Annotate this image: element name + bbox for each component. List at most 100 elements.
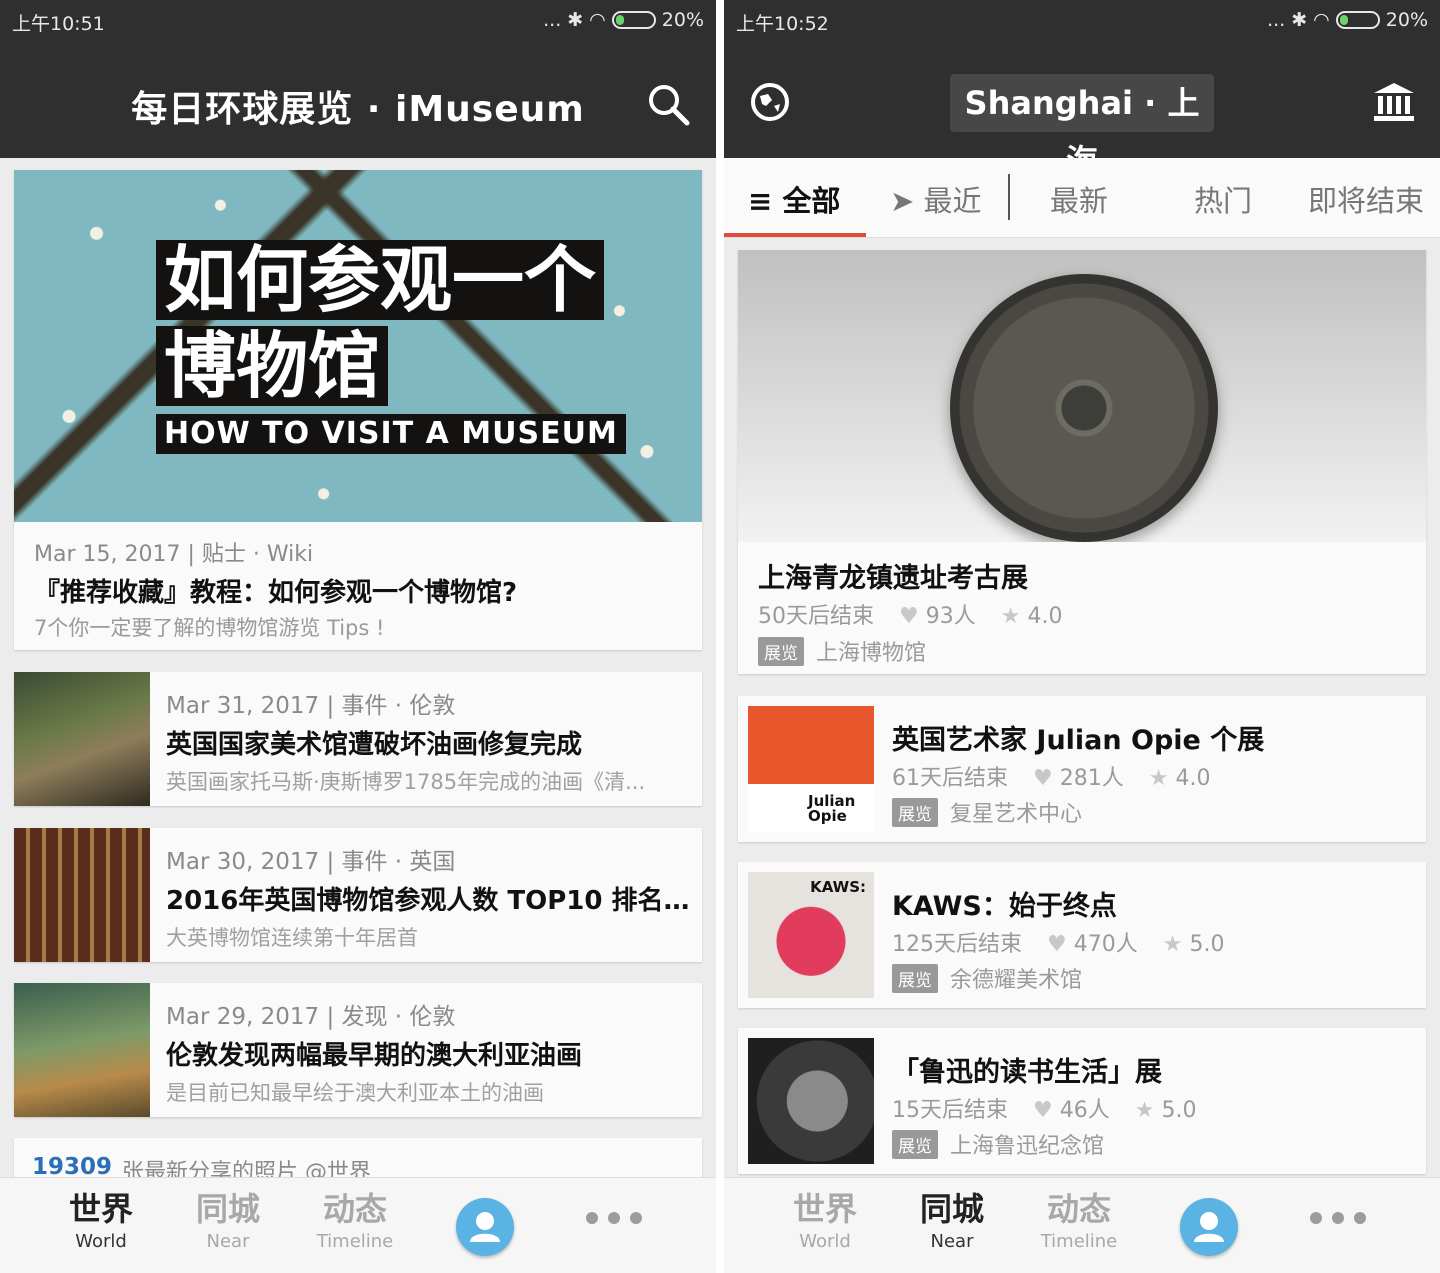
photo-share-card[interactable]: 19309 张最新分享的照片 @世界 bbox=[14, 1138, 702, 1177]
status-icons: ... ✱ ◠ 20% bbox=[1267, 9, 1428, 31]
exhibition-title: 英国艺术家 Julian Opie 个展 bbox=[892, 725, 1265, 756]
exhibition-stats: 15天后结束 ♥ 46人 ★ 5.0 bbox=[892, 1092, 1196, 1124]
nav-near-sublabel: Near bbox=[206, 1231, 250, 1253]
battery-icon bbox=[1335, 11, 1380, 29]
status-time: 上午10:51 bbox=[12, 13, 105, 35]
nav-near[interactable]: 同城 Near bbox=[897, 1190, 1007, 1252]
exhibition-card[interactable]: Julian Opie 英国艺术家 Julian Opie 个展 61天后结束 … bbox=[738, 696, 1426, 842]
exhibition-title: KAWS：始于终点 bbox=[892, 891, 1117, 922]
news-card[interactable]: Mar 29, 2017 | 发现 · 伦敦 伦敦发现两幅最早期的澳大利亚油画 … bbox=[14, 983, 702, 1117]
exhibition-tag: 展览 bbox=[892, 963, 938, 993]
article-feed[interactable]: 如何参观一个 博物馆 HOW TO VISIT A MUSEUM Mar 15,… bbox=[0, 158, 716, 1177]
bronze-mirror-image bbox=[950, 274, 1218, 542]
status-time: 上午10:52 bbox=[736, 13, 829, 35]
active-tab-indicator bbox=[724, 233, 866, 237]
more-icon[interactable] bbox=[1310, 1208, 1366, 1228]
museum-icon[interactable] bbox=[1372, 80, 1416, 124]
exhibition-stats: 50天后结束 ♥ 93人 ★ 4.0 bbox=[758, 598, 1062, 630]
user-avatar-icon[interactable] bbox=[456, 1198, 514, 1256]
nav-world-sublabel: World bbox=[799, 1231, 851, 1253]
hero-headline-english: HOW TO VISIT A MUSEUM bbox=[156, 414, 626, 454]
nav-timeline-label: 动态 bbox=[1046, 1190, 1111, 1228]
more-dots-status: ... bbox=[1267, 9, 1286, 31]
user-avatar-icon[interactable] bbox=[1180, 1198, 1238, 1256]
nav-world[interactable]: 世界 World bbox=[46, 1190, 156, 1252]
exhibition-rating: 5.0 bbox=[1189, 932, 1225, 957]
news-card[interactable]: Mar 31, 2017 | 事件 · 伦敦 英国国家美术馆遭破坏油画修复完成 … bbox=[14, 672, 702, 806]
photo-share-text: 张最新分享的照片 @世界 bbox=[122, 1160, 371, 1177]
news-meta: Mar 31, 2017 | 事件 · 伦敦 bbox=[166, 693, 456, 719]
exhibition-stats: 61天后结束 ♥ 281人 ★ 4.0 bbox=[892, 760, 1210, 792]
exhibition-card[interactable]: 「鲁迅的读书生活」展 15天后结束 ♥ 46人 ★ 5.0 展览 上海鲁迅纪念馆 bbox=[738, 1028, 1426, 1174]
exhibition-thumbnail: Julian Opie bbox=[748, 706, 874, 832]
heart-icon: ♥ bbox=[899, 604, 919, 629]
nav-timeline[interactable]: 动态 Timeline bbox=[300, 1190, 410, 1253]
tab-ending-soon[interactable]: 即将结束 bbox=[1308, 178, 1424, 220]
article-meta: Mar 15, 2017 | 贴士 · Wiki bbox=[34, 542, 314, 567]
exhibition-thumbnail bbox=[748, 1038, 874, 1164]
heart-icon: ♥ bbox=[1047, 932, 1067, 957]
near-screen: 上午10:52 ... ✱ ◠ 20% Shanghai · 上海 ≡ 全部 ➤… bbox=[724, 0, 1440, 1273]
app-header: 每日环球展览 · iMuseum bbox=[0, 44, 716, 158]
exhibition-tag: 展览 bbox=[892, 1129, 938, 1159]
news-title: 英国国家美术馆遭破坏油画修复完成 bbox=[166, 730, 583, 760]
exhibition-venue[interactable]: 复星艺术中心 bbox=[950, 796, 1082, 828]
tab-all[interactable]: ≡ 全部 bbox=[748, 178, 840, 220]
nav-near-label: 同城 bbox=[919, 1190, 984, 1228]
exhibition-venue[interactable]: 余德耀美术馆 bbox=[950, 962, 1082, 994]
exhibition-rating: 5.0 bbox=[1161, 1098, 1197, 1123]
news-thumbnail bbox=[14, 672, 150, 806]
hero-headline-line1: 如何参观一个 bbox=[156, 240, 605, 320]
nav-world-label: 世界 bbox=[792, 1190, 857, 1228]
status-icons: ... ✱ ◠ 20% bbox=[543, 9, 704, 31]
nav-world-label: 世界 bbox=[68, 1190, 133, 1228]
app-header: Shanghai · 上海 bbox=[724, 44, 1440, 180]
news-card[interactable]: Mar 30, 2017 | 事件 · 英国 2016年英国博物馆参观人数 TO… bbox=[14, 828, 702, 962]
bluetooth-icon: ✱ bbox=[1291, 9, 1308, 31]
exhibition-stats: 125天后结束 ♥ 470人 ★ 5.0 bbox=[892, 926, 1224, 958]
exhibition-title: 上海青龙镇遗址考古展 bbox=[758, 563, 1028, 594]
globe-icon[interactable] bbox=[750, 82, 790, 122]
tab-popular[interactable]: 热门 bbox=[1194, 178, 1252, 220]
tab-nearby[interactable]: ➤ 最近 bbox=[890, 178, 982, 220]
heart-icon: ♥ bbox=[1033, 766, 1053, 791]
world-screen: 上午10:51 ... ✱ ◠ 20% 每日环球展览 · iMuseum 如何参… bbox=[0, 0, 716, 1273]
nav-timeline-label: 动态 bbox=[322, 1190, 387, 1228]
exhibition-ends: 50天后结束 bbox=[758, 604, 874, 629]
exhibition-venue[interactable]: 上海鲁迅纪念馆 bbox=[950, 1128, 1104, 1160]
exhibition-venue[interactable]: 上海博物馆 bbox=[816, 635, 926, 667]
user-icon bbox=[1194, 1212, 1224, 1242]
battery-percent: 20% bbox=[1385, 9, 1428, 31]
nav-timeline[interactable]: 动态 Timeline bbox=[1024, 1190, 1134, 1253]
city-selector-button[interactable]: Shanghai · 上海 bbox=[950, 74, 1214, 180]
news-title: 2016年英国博物馆参观人数 TOP10 排名... bbox=[166, 886, 690, 916]
nav-timeline-sublabel: Timeline bbox=[316, 1231, 394, 1253]
exhibition-venue-row: 展览 上海博物馆 bbox=[758, 635, 926, 667]
article-title: 『推荐收藏』教程：如何参观一个博物馆? bbox=[34, 578, 518, 608]
user-icon bbox=[470, 1212, 500, 1242]
more-icon[interactable] bbox=[586, 1208, 642, 1228]
exhibition-card[interactable]: KAWS: KAWS：始于终点 125天后结束 ♥ 470人 ★ 5.0 展览 … bbox=[738, 862, 1426, 1008]
featured-exhibition-card[interactable]: 上海青龙镇遗址考古展 50天后结束 ♥ 93人 ★ 4.0 展览 上海博物馆 bbox=[738, 250, 1426, 674]
nav-timeline-sublabel: Timeline bbox=[1040, 1231, 1118, 1253]
exhibition-list[interactable]: 上海青龙镇遗址考古展 50天后结束 ♥ 93人 ★ 4.0 展览 上海博物馆 J… bbox=[724, 238, 1440, 1177]
featured-article-card[interactable]: 如何参观一个 博物馆 HOW TO VISIT A MUSEUM Mar 15,… bbox=[14, 170, 702, 650]
exhibition-likes: 281人 bbox=[1059, 766, 1124, 791]
exhibition-tag: 展览 bbox=[892, 797, 938, 827]
star-icon: ★ bbox=[1134, 1098, 1155, 1123]
nav-near-label: 同城 bbox=[195, 1190, 260, 1228]
exhibition-rating: 4.0 bbox=[1027, 604, 1063, 629]
nav-near[interactable]: 同城 Near bbox=[173, 1190, 283, 1253]
exhibition-thumbnail: KAWS: bbox=[748, 872, 874, 998]
tab-newest[interactable]: 最新 bbox=[1050, 178, 1108, 220]
search-icon[interactable] bbox=[646, 82, 690, 126]
hero-headline-line2: 博物馆 bbox=[156, 326, 389, 406]
nav-world[interactable]: 世界 World bbox=[770, 1190, 880, 1253]
more-dots-status: ... bbox=[543, 9, 562, 31]
wifi-icon: ◠ bbox=[1313, 9, 1330, 31]
heart-icon: ♥ bbox=[1033, 1098, 1053, 1123]
exhibition-venue-row: 展览 余德耀美术馆 bbox=[892, 962, 1082, 994]
exhibition-rating: 4.0 bbox=[1175, 766, 1211, 791]
news-summary: 大英博物馆连续第十年居首 bbox=[166, 926, 418, 950]
thumb-caption: Julian Opie bbox=[808, 792, 856, 825]
